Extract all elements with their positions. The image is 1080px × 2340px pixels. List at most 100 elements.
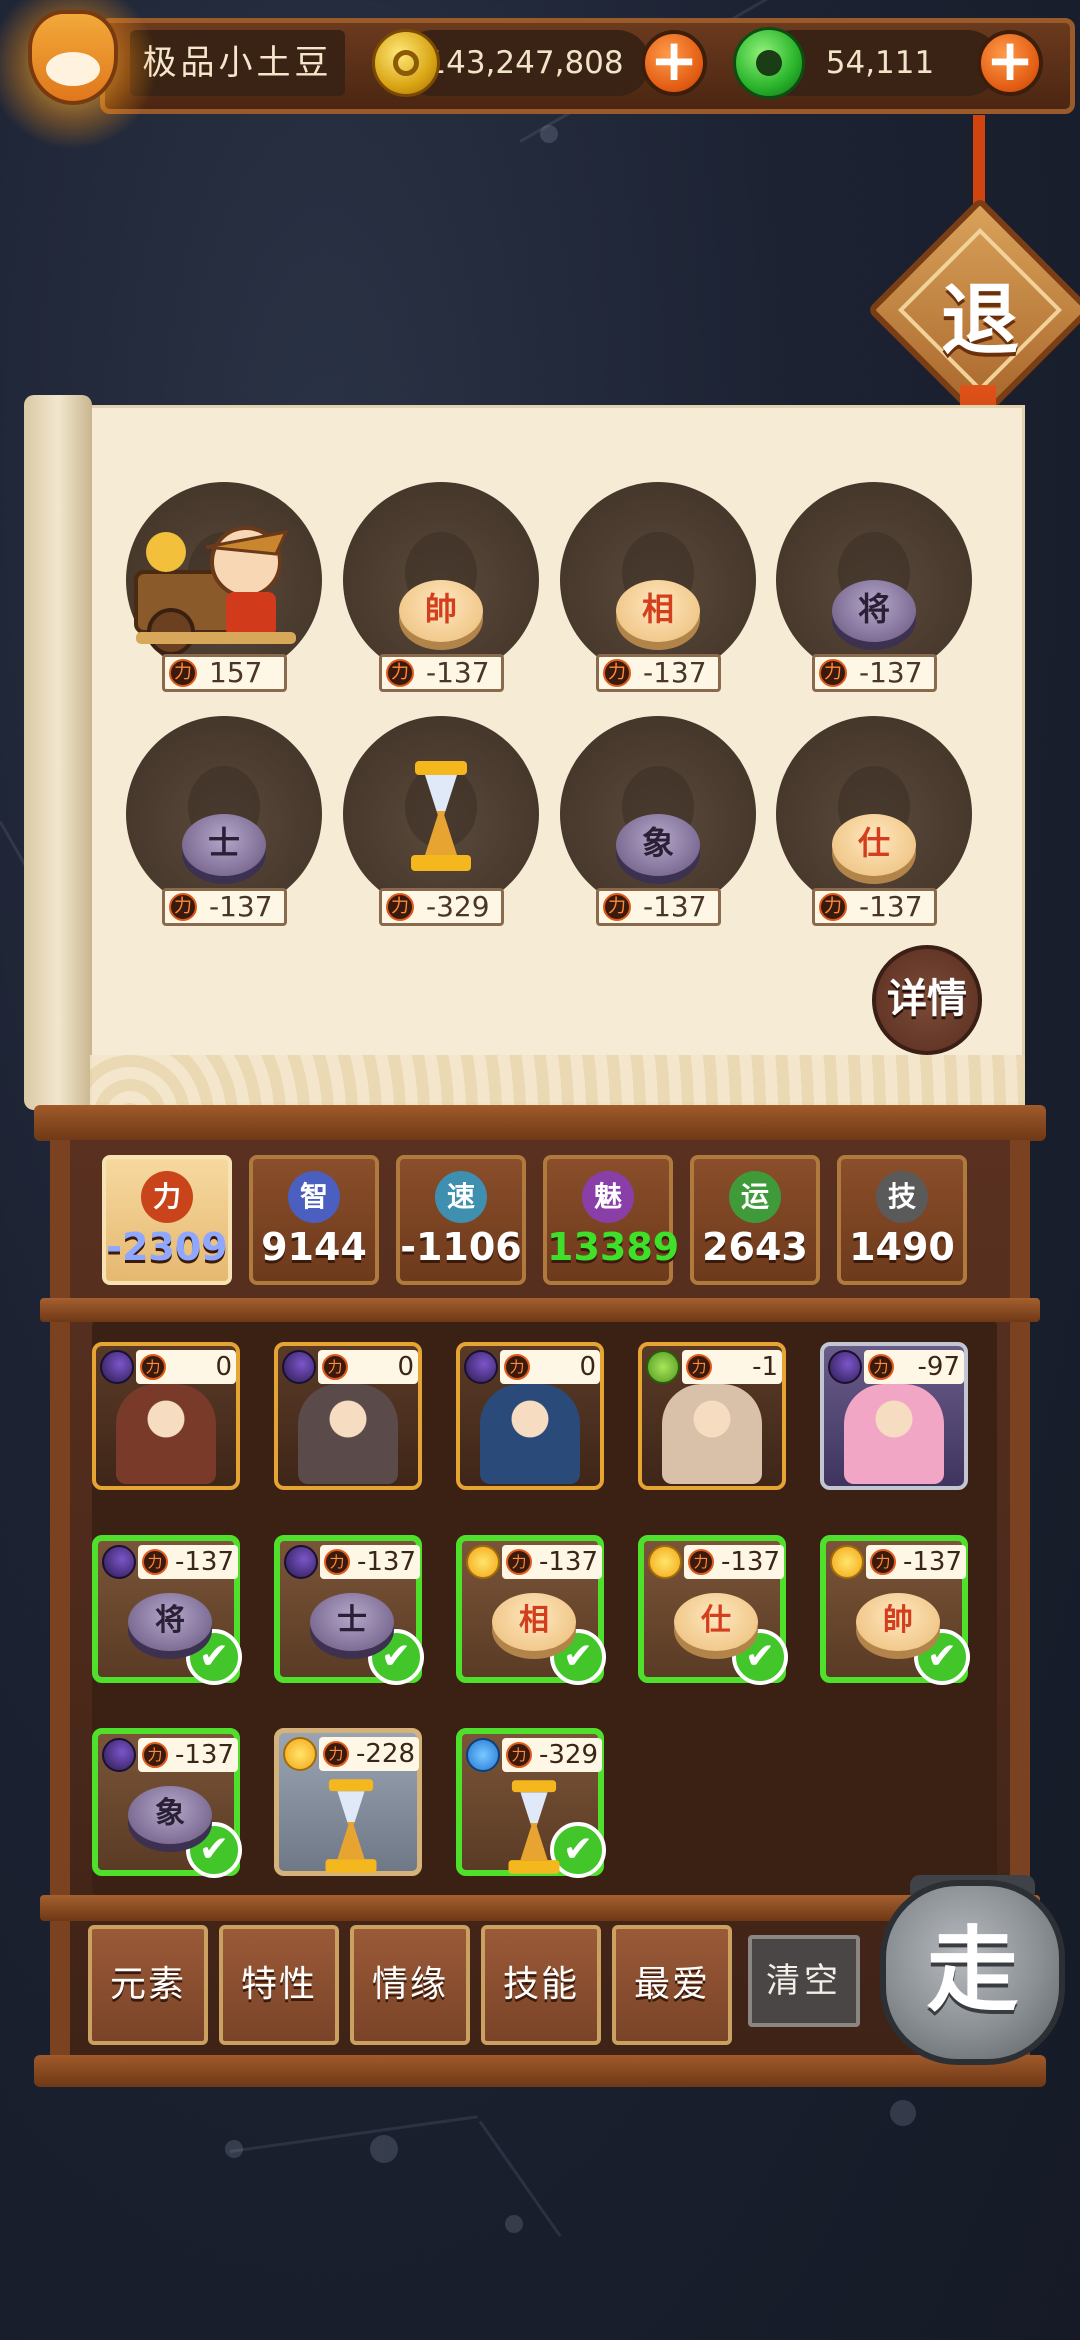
stat-icon: 速 xyxy=(435,1171,487,1223)
detail-button[interactable]: 详情 xyxy=(872,945,982,1055)
moon-element-icon xyxy=(828,1350,862,1384)
unit-card[interactable]: 将力 -137 ✔ xyxy=(92,1535,242,1685)
card-cost-tag: 力 -137 xyxy=(138,1545,238,1579)
power-icon: 力 xyxy=(504,1354,530,1380)
stat-value: 1490 xyxy=(849,1225,955,1269)
power-icon: 力 xyxy=(819,893,847,921)
clear-button[interactable]: 清空 xyxy=(748,1935,860,2027)
unit-card[interactable]: 力 -228 xyxy=(274,1728,422,1876)
constellation-line xyxy=(229,2115,478,2153)
stat-filter-tab[interactable]: 智 9144 xyxy=(249,1155,379,1285)
stat-value: -1106 xyxy=(400,1225,522,1269)
card-cost-tag: 力0 xyxy=(318,1350,418,1384)
slot-cost-value: -137 xyxy=(859,890,923,923)
moon-element-icon xyxy=(464,1350,498,1384)
cabinet-shelf xyxy=(40,1298,1040,1322)
player-avatar[interactable] xyxy=(0,0,158,150)
unit-card[interactable]: 力 -329 ✔ xyxy=(456,1728,606,1878)
chess-piece-char: 相 xyxy=(519,1603,549,1638)
filter-tab-0[interactable]: 元素 xyxy=(88,1925,208,2045)
unit-card[interactable]: 力0 xyxy=(92,1342,240,1490)
power-icon: 力 xyxy=(603,659,631,687)
chess-piece-icon: 将 xyxy=(128,1593,212,1651)
stat-icon: 运 xyxy=(729,1171,781,1223)
chess-piece-char: 将 xyxy=(155,1603,185,1638)
card-cost-value: -137 xyxy=(538,1547,598,1577)
chess-piece-icon: 士 xyxy=(310,1593,394,1651)
unit-card[interactable]: 象力 -137 ✔ xyxy=(92,1728,242,1878)
moon-element-icon xyxy=(282,1350,316,1384)
filter-tab-4[interactable]: 最爱 xyxy=(612,1925,732,2045)
hourglass-glass xyxy=(520,1792,548,1861)
card-cost-tag: 力0 xyxy=(136,1350,236,1384)
chess-piece-char: 相 xyxy=(641,590,674,628)
card-cost-tag: 力 -329 xyxy=(502,1738,602,1772)
go-button[interactable]: 走 xyxy=(880,1880,1065,2065)
card-cost-value: -137 xyxy=(356,1547,416,1577)
unit-card[interactable]: 力0 xyxy=(274,1342,422,1490)
unit-card[interactable]: 士力 -137 ✔ xyxy=(274,1535,424,1685)
slot-cost-tag: 力 -137 xyxy=(162,888,287,926)
stat-filter-tab[interactable]: 魅 13389 xyxy=(543,1155,679,1285)
moon-element-icon xyxy=(102,1545,136,1579)
power-icon: 力 xyxy=(324,1549,350,1575)
add-jade-button[interactable]: + xyxy=(977,30,1043,96)
hourglass-base xyxy=(508,1860,560,1874)
leaf-element-icon xyxy=(646,1350,680,1384)
chess-piece-icon: 帥 xyxy=(856,1593,940,1651)
hourglass-top xyxy=(511,1780,557,1793)
stat-filter-tab[interactable]: 技 1490 xyxy=(837,1155,967,1285)
stat-filter-tab[interactable]: 力 -2309 xyxy=(102,1155,232,1285)
card-cost-tag: 力 -137 xyxy=(502,1545,602,1579)
filter-tab-1[interactable]: 特性 xyxy=(219,1925,339,2045)
slot-cost-value: 157 xyxy=(209,656,263,689)
card-cost-value: 0 xyxy=(579,1352,596,1382)
chess-piece-char: 帥 xyxy=(424,590,457,628)
moon-element-icon xyxy=(102,1738,136,1772)
jade-amount: 54,111 xyxy=(825,45,935,81)
chess-piece-icon: 仕 xyxy=(832,814,916,876)
card-cost-value: -1 xyxy=(752,1352,778,1382)
chess-piece-char: 仕 xyxy=(857,824,890,862)
slot-cost-value: -137 xyxy=(209,890,273,923)
card-cost-tag: 力 -137 xyxy=(684,1545,784,1579)
unit-card[interactable]: 仕力 -137 ✔ xyxy=(638,1535,788,1685)
power-icon: 力 xyxy=(686,1354,712,1380)
add-gold-button[interactable]: + xyxy=(641,30,707,96)
stat-value: -2309 xyxy=(106,1225,228,1269)
stat-filter-tab[interactable]: 速 -1106 xyxy=(396,1155,526,1285)
unit-card[interactable]: 力 -97 xyxy=(820,1342,968,1490)
stat-value: 2643 xyxy=(702,1225,808,1269)
scroll-roller xyxy=(24,395,92,1110)
chess-piece-char: 仕 xyxy=(701,1603,731,1638)
scroll-wave-pattern xyxy=(90,1055,1025,1110)
stat-filter-tab[interactable]: 运 2643 xyxy=(690,1155,820,1285)
chess-piece-char: 将 xyxy=(857,590,890,628)
chess-piece-icon: 象 xyxy=(616,814,700,876)
constellation-star xyxy=(370,2135,398,2163)
hourglass-icon xyxy=(411,761,471,871)
card-cost-tag: 力 -137 xyxy=(138,1738,238,1772)
chess-piece-char: 象 xyxy=(641,824,674,862)
chess-piece-char: 士 xyxy=(207,824,240,862)
hero-portrait xyxy=(844,1384,944,1484)
slot-cost-tag: 力 157 xyxy=(162,654,287,692)
sun-element-icon xyxy=(283,1737,317,1771)
card-cost-tag: 力 -137 xyxy=(320,1545,420,1579)
hourglass-base xyxy=(325,1859,377,1873)
power-icon: 力 xyxy=(140,1354,166,1380)
filter-tab-2[interactable]: 情缘 xyxy=(350,1925,470,2045)
chess-piece-icon: 士 xyxy=(182,814,266,876)
constellation-star xyxy=(890,2100,916,2126)
unit-card[interactable]: 相力 -137 ✔ xyxy=(456,1535,606,1685)
stat-icon: 魅 xyxy=(582,1171,634,1223)
unit-card[interactable]: 力 -1 xyxy=(638,1342,786,1490)
unit-card[interactable]: 力0 xyxy=(456,1342,604,1490)
slot-cost-tag: 力 -137 xyxy=(596,654,721,692)
power-icon: 力 xyxy=(322,1354,348,1380)
power-icon: 力 xyxy=(819,659,847,687)
chess-piece-char: 象 xyxy=(155,1796,185,1831)
constellation-star xyxy=(225,2140,243,2158)
unit-card[interactable]: 帥力 -137 ✔ xyxy=(820,1535,970,1685)
filter-tab-3[interactable]: 技能 xyxy=(481,1925,601,2045)
